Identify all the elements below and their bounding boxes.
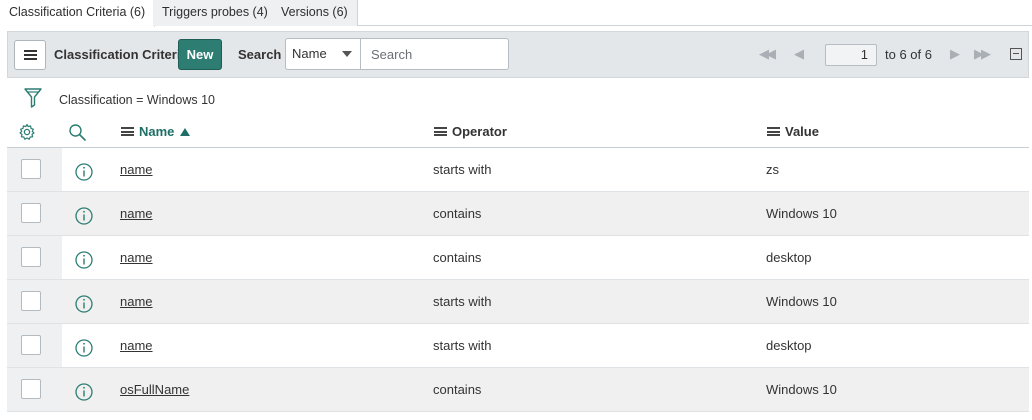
table-row: name starts with Windows 10	[7, 280, 1029, 324]
row-operator: contains	[433, 206, 482, 221]
search-field-value: Name	[292, 46, 327, 61]
row-name-link[interactable]: name	[120, 206, 153, 221]
row-value: Windows 10	[766, 294, 837, 309]
column-menu-icon[interactable]	[434, 127, 447, 136]
info-icon[interactable]	[74, 382, 94, 405]
column-menu-icon[interactable]	[121, 127, 134, 136]
tab-classification-criteria[interactable]: Classification Criteria (6)	[0, 0, 156, 27]
column-header-operator-label: Operator	[452, 124, 507, 139]
search-icon[interactable]	[68, 123, 87, 142]
page-number-input[interactable]: 1	[825, 44, 877, 66]
column-header-value[interactable]: Value	[767, 124, 819, 139]
search-input[interactable]	[360, 38, 509, 70]
search-label: Search	[238, 47, 282, 62]
row-operator: contains	[433, 250, 482, 265]
row-operator: starts with	[433, 338, 492, 353]
row-checkbox[interactable]	[21, 379, 41, 399]
table-row: name contains desktop	[7, 236, 1029, 280]
row-checkbox[interactable]	[21, 247, 41, 267]
next-page-icon[interactable]: ▶	[950, 46, 960, 62]
row-name-link[interactable]: name	[120, 294, 153, 309]
last-page-icon[interactable]: ▶▶	[974, 46, 991, 62]
row-select-cell	[7, 192, 62, 235]
row-select-cell	[7, 148, 62, 191]
row-operator: contains	[433, 382, 482, 397]
chevron-down-icon	[342, 51, 352, 57]
row-checkbox[interactable]	[21, 203, 41, 223]
search-field-select[interactable]: Name	[285, 38, 361, 70]
row-value: desktop	[766, 250, 812, 265]
info-icon[interactable]	[74, 338, 94, 361]
row-select-cell	[7, 368, 62, 411]
row-value: Windows 10	[766, 206, 837, 221]
row-operator: starts with	[433, 162, 492, 177]
first-page-icon[interactable]: ◀◀	[759, 46, 776, 62]
column-header-value-label: Value	[785, 124, 819, 139]
row-operator: starts with	[433, 294, 492, 309]
row-value: desktop	[766, 338, 812, 353]
filter-funnel-icon[interactable]	[23, 87, 43, 109]
row-select-cell	[7, 280, 62, 323]
filter-breadcrumb[interactable]: Classification = Windows 10	[59, 93, 215, 107]
row-name-link[interactable]: osFullName	[120, 382, 189, 397]
row-name-link[interactable]: name	[120, 338, 153, 353]
page-range-text: to 6 of 6	[885, 47, 932, 62]
tab-versions[interactable]: Versions (6)	[272, 0, 358, 26]
list-toolbar: Classification Criteria New Search Name …	[7, 31, 1029, 78]
tab-triggers-probes[interactable]: Triggers probes (4)	[153, 0, 278, 26]
column-header-name-label: Name	[139, 124, 175, 139]
sort-ascending-icon	[180, 127, 191, 136]
list-context-menu-button[interactable]	[14, 40, 46, 70]
row-checkbox[interactable]	[21, 335, 41, 355]
row-checkbox[interactable]	[21, 159, 41, 179]
row-name-link[interactable]: name	[120, 250, 153, 265]
info-icon[interactable]	[74, 162, 94, 185]
collapse-icon[interactable]	[1010, 48, 1022, 60]
gear-icon[interactable]	[18, 123, 36, 141]
table-row: name starts with desktop	[7, 324, 1029, 368]
row-value: zs	[766, 162, 779, 177]
table-row: name starts with zs	[7, 148, 1029, 192]
column-header-name[interactable]: Name	[121, 124, 191, 139]
table-row: name contains Windows 10	[7, 192, 1029, 236]
column-menu-icon[interactable]	[767, 127, 780, 136]
hamburger-icon	[23, 50, 37, 60]
row-value: Windows 10	[766, 382, 837, 397]
row-checkbox[interactable]	[21, 291, 41, 311]
row-select-cell	[7, 236, 62, 279]
list-title: Classification Criteria	[54, 47, 188, 62]
new-button[interactable]: New	[178, 39, 222, 70]
row-name-link[interactable]: name	[120, 162, 153, 177]
info-icon[interactable]	[74, 206, 94, 229]
column-header-operator[interactable]: Operator	[434, 124, 507, 139]
info-icon[interactable]	[74, 250, 94, 273]
related-list-tabs: Classification Criteria (6) Triggers pro…	[0, 0, 1032, 27]
table-row: osFullName contains Windows 10	[7, 368, 1029, 412]
previous-page-icon[interactable]: ◀	[794, 46, 804, 62]
row-select-cell	[7, 324, 62, 367]
info-icon[interactable]	[74, 294, 94, 317]
